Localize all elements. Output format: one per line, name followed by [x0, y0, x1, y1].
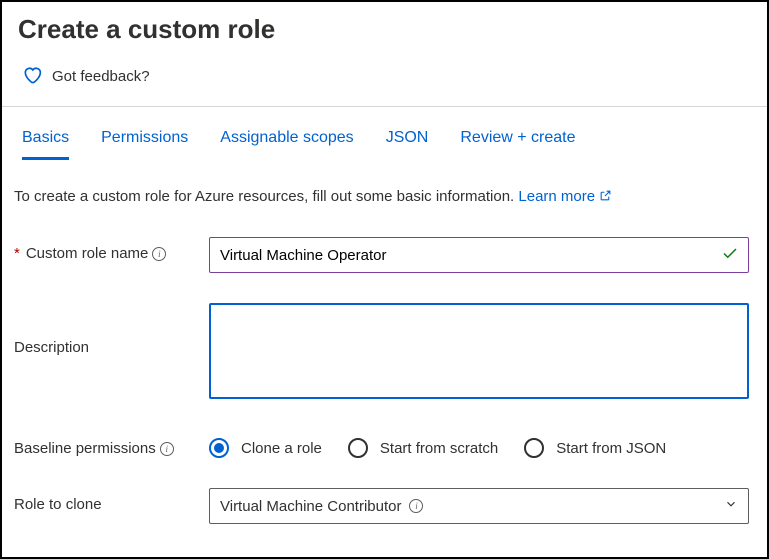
external-link-icon	[599, 188, 612, 205]
baseline-radio-group: Clone a role Start from scratch Start fr…	[209, 432, 749, 458]
role-name-label: * Custom role name i	[14, 237, 209, 262]
radio-icon	[524, 438, 544, 458]
info-icon[interactable]: i	[409, 499, 423, 513]
role-name-input[interactable]	[209, 237, 749, 273]
radio-icon	[209, 438, 229, 458]
learn-more-link[interactable]: Learn more	[518, 188, 595, 205]
feedback-link[interactable]: Got feedback?	[2, 49, 767, 107]
radio-icon	[348, 438, 368, 458]
description-label: Description	[14, 303, 209, 356]
heart-icon	[22, 65, 42, 88]
radio-start-scratch[interactable]: Start from scratch	[348, 438, 498, 458]
tab-permissions[interactable]: Permissions	[101, 129, 188, 160]
feedback-label: Got feedback?	[52, 68, 150, 85]
role-to-clone-select[interactable]: Virtual Machine Contributor i	[209, 488, 749, 524]
baseline-label: Baseline permissions i	[14, 432, 209, 457]
role-to-clone-label: Role to clone	[14, 488, 209, 513]
page-title: Create a custom role	[2, 2, 767, 49]
description-input[interactable]	[209, 303, 749, 399]
radio-start-json[interactable]: Start from JSON	[524, 438, 666, 458]
tab-review-create[interactable]: Review + create	[460, 129, 575, 160]
tab-assignable-scopes[interactable]: Assignable scopes	[220, 129, 353, 160]
tab-json[interactable]: JSON	[386, 129, 429, 160]
info-icon[interactable]: i	[152, 247, 166, 261]
tab-bar: Basics Permissions Assignable scopes JSO…	[2, 107, 767, 160]
info-icon[interactable]: i	[160, 442, 174, 456]
required-indicator: *	[14, 245, 20, 262]
radio-clone-role[interactable]: Clone a role	[209, 438, 322, 458]
tab-basics[interactable]: Basics	[22, 129, 69, 160]
chevron-down-icon	[724, 497, 738, 515]
intro-text: To create a custom role for Azure resour…	[2, 160, 767, 213]
